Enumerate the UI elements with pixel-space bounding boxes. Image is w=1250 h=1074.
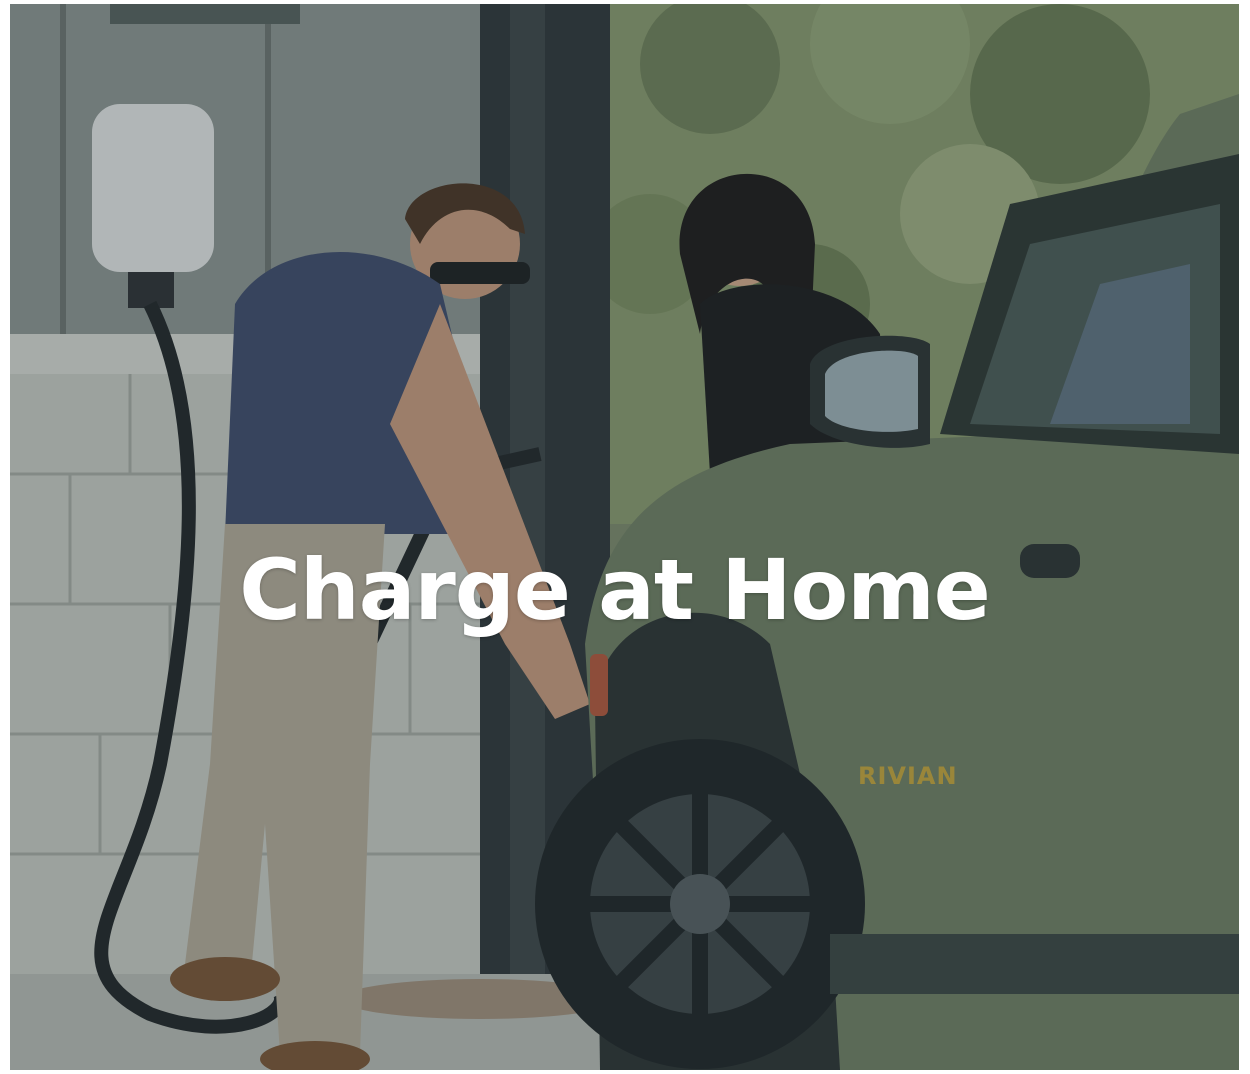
- hero-title: Charge at Home: [239, 541, 991, 640]
- hero-banner: RIVIAN Charge at Home: [10, 4, 1239, 1070]
- hero-overlay: [10, 4, 1239, 1070]
